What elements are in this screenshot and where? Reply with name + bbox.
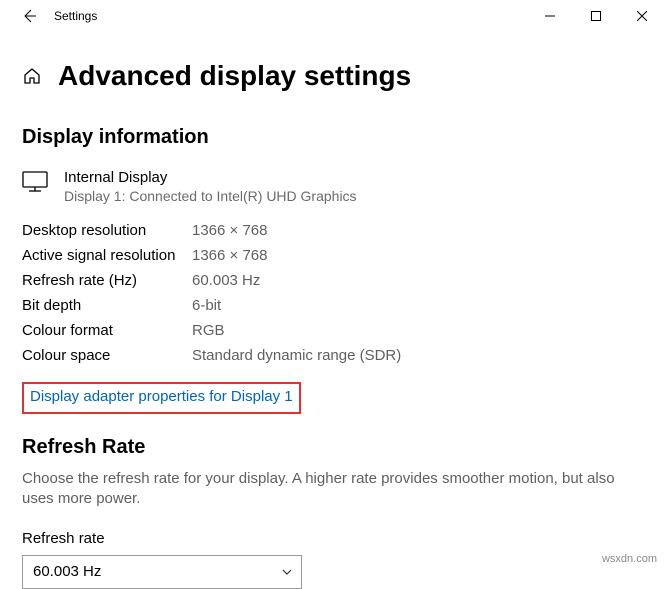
back-button[interactable] (8, 0, 50, 32)
prop-label: Colour format (22, 322, 192, 339)
prop-value: 1366 × 768 (192, 222, 268, 239)
window-title: Settings (50, 9, 97, 23)
monitor-icon (22, 169, 48, 198)
refresh-rate-label: Refresh rate (22, 530, 643, 547)
prop-value: RGB (192, 322, 225, 339)
display-properties: Desktop resolution 1366 × 768 Active sig… (22, 218, 643, 368)
prop-row: Bit depth 6-bit (22, 293, 643, 318)
prop-label: Refresh rate (Hz) (22, 272, 192, 289)
close-icon (637, 11, 647, 21)
prop-row: Active signal resolution 1366 × 768 (22, 243, 643, 268)
display-info-heading: Display information (22, 126, 643, 149)
prop-label: Active signal resolution (22, 247, 192, 264)
prop-row: Refresh rate (Hz) 60.003 Hz (22, 268, 643, 293)
minimize-button[interactable] (527, 0, 573, 32)
watermark: wsxdn.com (602, 553, 657, 565)
content-area: Advanced display settings Display inform… (0, 32, 665, 589)
prop-row: Colour format RGB (22, 318, 643, 343)
close-button[interactable] (619, 0, 665, 32)
prop-value: 6-bit (192, 297, 221, 314)
page-header: Advanced display settings (22, 60, 643, 92)
prop-value: 60.003 Hz (192, 272, 260, 289)
titlebar: Settings (0, 0, 665, 32)
prop-label: Bit depth (22, 297, 192, 314)
display-connection: Display 1: Connected to Intel(R) UHD Gra… (64, 188, 357, 204)
adapter-link-highlight: Display adapter properties for Display 1 (22, 382, 301, 414)
prop-value: Standard dynamic range (SDR) (192, 347, 401, 364)
prop-row: Desktop resolution 1366 × 768 (22, 218, 643, 243)
maximize-button[interactable] (573, 0, 619, 32)
home-icon[interactable] (22, 66, 42, 86)
display-name: Internal Display (64, 169, 357, 186)
refresh-rate-heading: Refresh Rate (22, 436, 643, 459)
refresh-rate-selected: 60.003 Hz (33, 563, 101, 580)
arrow-left-icon (21, 8, 37, 24)
prop-row: Colour space Standard dynamic range (SDR… (22, 343, 643, 368)
adapter-properties-link[interactable]: Display adapter properties for Display 1 (30, 388, 293, 405)
refresh-rate-dropdown[interactable]: 60.003 Hz (22, 555, 302, 589)
refresh-rate-description: Choose the refresh rate for your display… (22, 469, 643, 510)
minimize-icon (545, 11, 555, 21)
display-summary: Internal Display Display 1: Connected to… (22, 169, 643, 204)
maximize-icon (591, 11, 601, 21)
window-controls (527, 0, 665, 32)
prop-value: 1366 × 768 (192, 247, 268, 264)
chevron-down-icon (281, 566, 293, 578)
page-title: Advanced display settings (58, 60, 411, 92)
prop-label: Colour space (22, 347, 192, 364)
prop-label: Desktop resolution (22, 222, 192, 239)
